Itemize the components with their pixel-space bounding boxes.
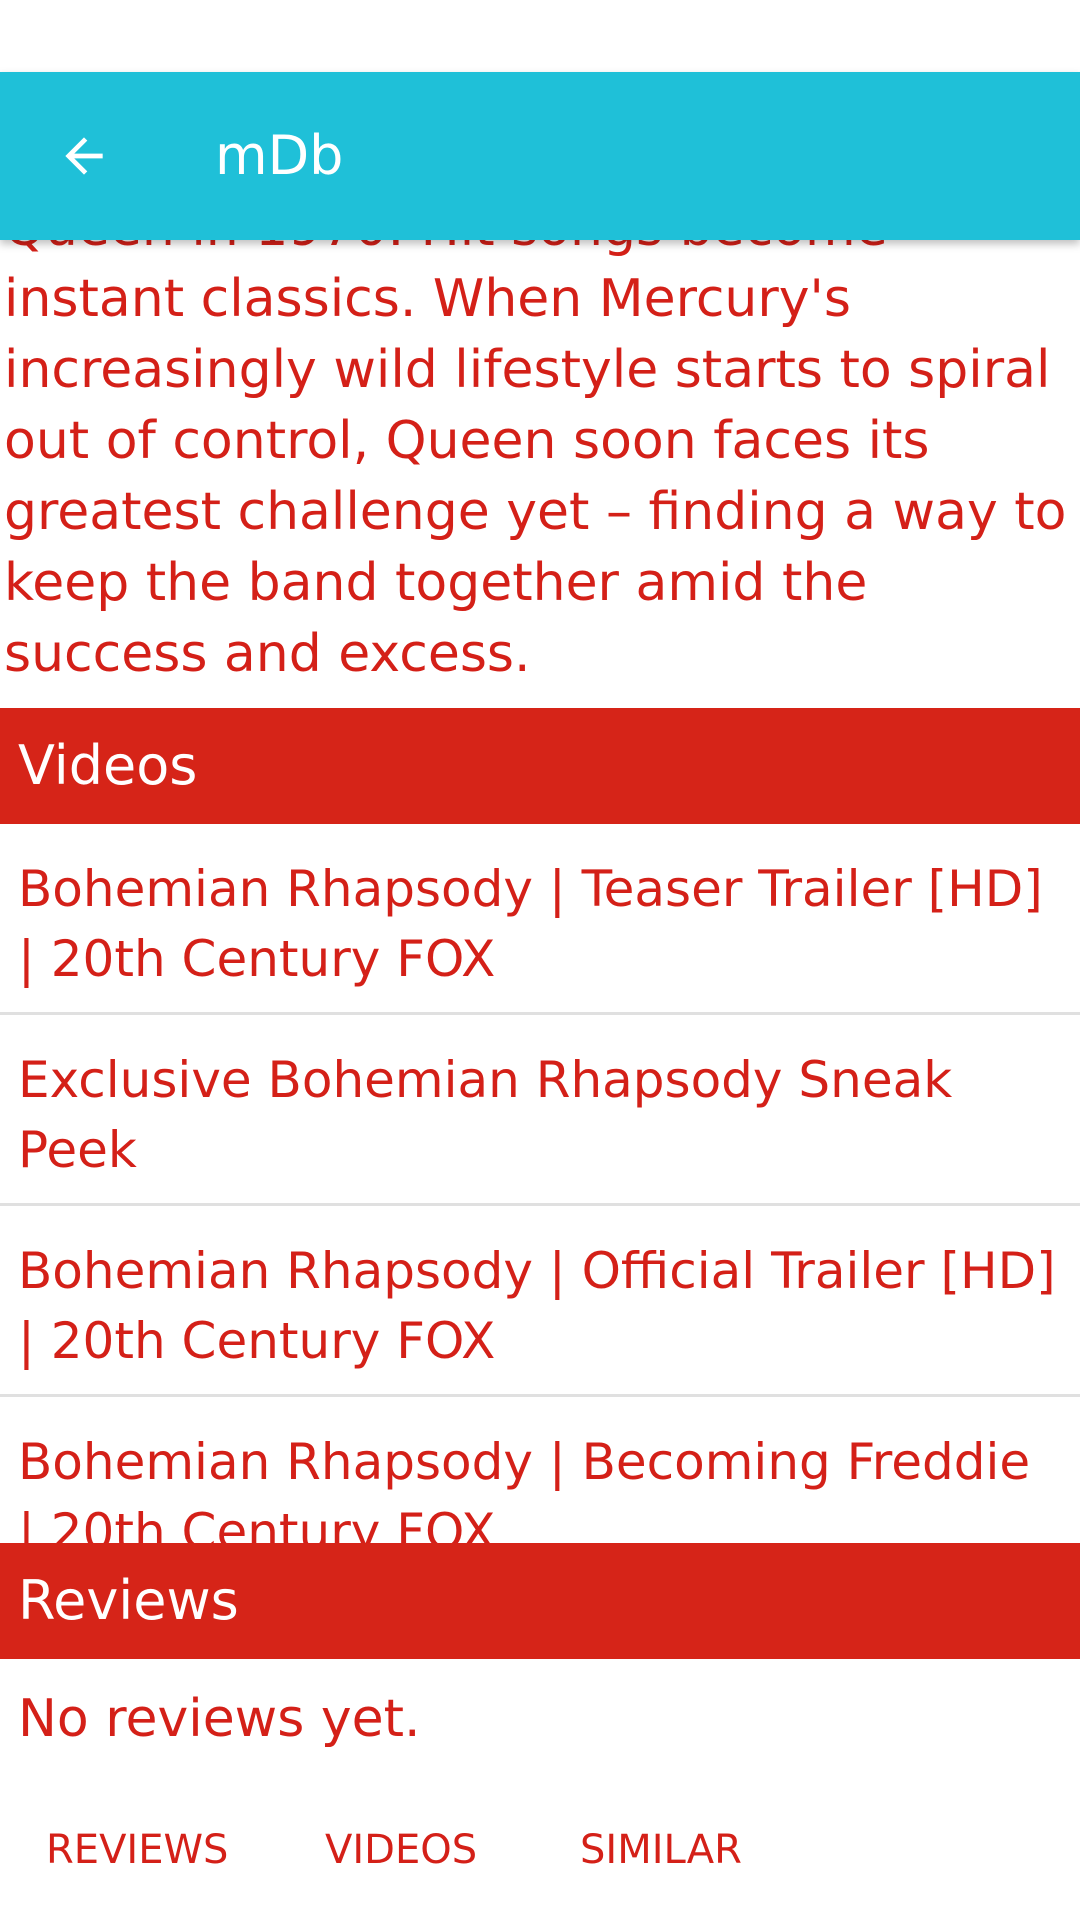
app-bar: mDb (0, 72, 1080, 240)
app-title: mDb (215, 124, 344, 187)
video-list-item[interactable]: Bohemian Rhapsody | Becoming Freddie | 2… (0, 1397, 1080, 1543)
video-list-item[interactable]: Exclusive Bohemian Rhapsody Sneak Peek (0, 1015, 1080, 1206)
overview-text: Freddie Mercury and his bandmates Brian … (4, 200, 1067, 684)
overview-section: Freddie Mercury and his bandmates Brian … (4, 200, 1074, 690)
video-list: Bohemian Rhapsody | Teaser Trailer [HD] … (0, 824, 1080, 1543)
movie-detail-screen: Freddie Mercury and his bandmates Brian … (0, 0, 1080, 1920)
video-list-item[interactable]: Bohemian Rhapsody | Official Trailer [HD… (0, 1206, 1080, 1397)
bottom-tab-bar: REVIEWS VIDEOS SIMILAR (0, 1800, 1080, 1900)
reviews-section-header: Reviews (0, 1543, 1080, 1659)
video-list-item[interactable]: Bohemian Rhapsody | Teaser Trailer [HD] … (0, 824, 1080, 1015)
tab-similar[interactable]: SIMILAR (580, 1800, 742, 1900)
arrow-left-icon (65, 137, 103, 175)
back-button[interactable] (36, 108, 132, 204)
no-reviews-text: No reviews yet. (18, 1689, 421, 1749)
tab-reviews[interactable]: REVIEWS (46, 1800, 228, 1900)
status-bar (0, 0, 1080, 72)
tab-videos[interactable]: VIDEOS (325, 1800, 477, 1900)
videos-section-header: Videos (0, 708, 1080, 824)
